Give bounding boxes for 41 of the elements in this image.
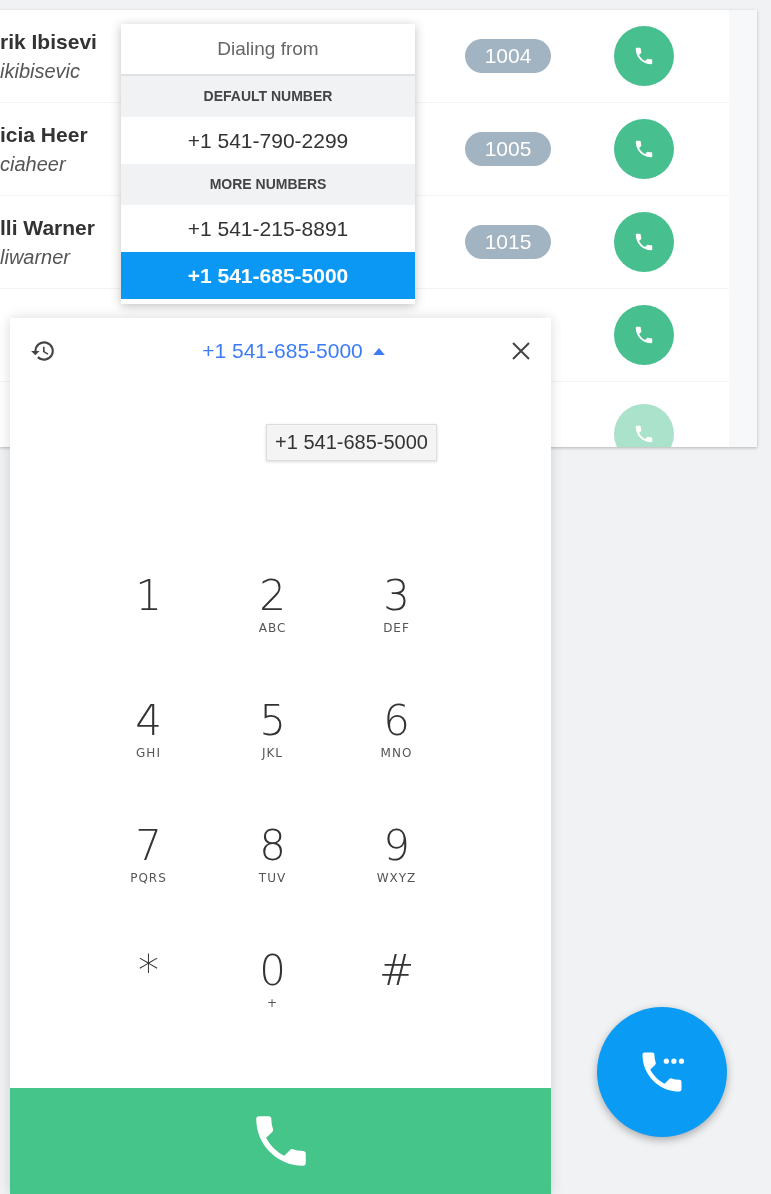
caret-icon [372, 347, 385, 355]
keypad-key[interactable]: 3 DEF [334, 571, 459, 659]
extension-badge: 1004 [465, 39, 551, 73]
call-button[interactable] [614, 26, 674, 86]
extension-badge: 1005 [465, 132, 551, 166]
contact-name: lli Warner [0, 215, 95, 240]
number-option[interactable]: +1 541-790-2299 [121, 117, 415, 164]
number-tooltip: +1 541-685-5000 [266, 424, 437, 461]
phone-icon [633, 231, 655, 253]
keypad-key[interactable]: 6 MNO [334, 696, 459, 784]
contact-username: ikibisevic [0, 59, 81, 83]
keypad-key[interactable]: 7 PQRS [86, 821, 211, 909]
keypad-key[interactable]: 5 JKL [210, 696, 335, 784]
extension-badge: 1015 [465, 225, 551, 259]
call-button[interactable] [614, 212, 674, 272]
keypad-key[interactable]: 1 [86, 571, 211, 659]
dialpad-fab[interactable] [597, 1007, 727, 1137]
keypad-key[interactable]: 4 GHI [86, 696, 211, 784]
number-option[interactable]: +1 541-215-8891 [121, 205, 415, 252]
keypad-key[interactable]: # [334, 946, 459, 1034]
phone-icon [633, 423, 655, 445]
keypad-key[interactable]: 2 ABC [210, 571, 335, 659]
caller-id-selector[interactable]: +1 541-685-5000 [202, 339, 385, 363]
keypad-key[interactable]: 9 WXYZ [334, 821, 459, 909]
call-button[interactable] [614, 305, 674, 365]
section-header: MORE NUMBERS [121, 164, 415, 205]
history-icon[interactable] [30, 338, 56, 364]
keypad-key[interactable]: * [86, 946, 211, 1034]
phone-icon [633, 324, 655, 346]
phone-icon [633, 45, 655, 67]
section-header: DEFAULT NUMBER [121, 76, 415, 117]
keypad-key[interactable]: 8 TUV [210, 821, 335, 909]
keypad-key[interactable]: 0 + [210, 946, 335, 1034]
contact-username: ciaheer [0, 152, 66, 176]
contact-name: icia Heer [0, 122, 88, 147]
call-button[interactable] [614, 119, 674, 179]
phone-icon [633, 138, 655, 160]
call-button[interactable] [614, 404, 674, 447]
close-icon[interactable] [511, 341, 531, 361]
contact-username: liwarner [0, 245, 71, 269]
contact-name: rik Ibisevi [0, 29, 97, 54]
